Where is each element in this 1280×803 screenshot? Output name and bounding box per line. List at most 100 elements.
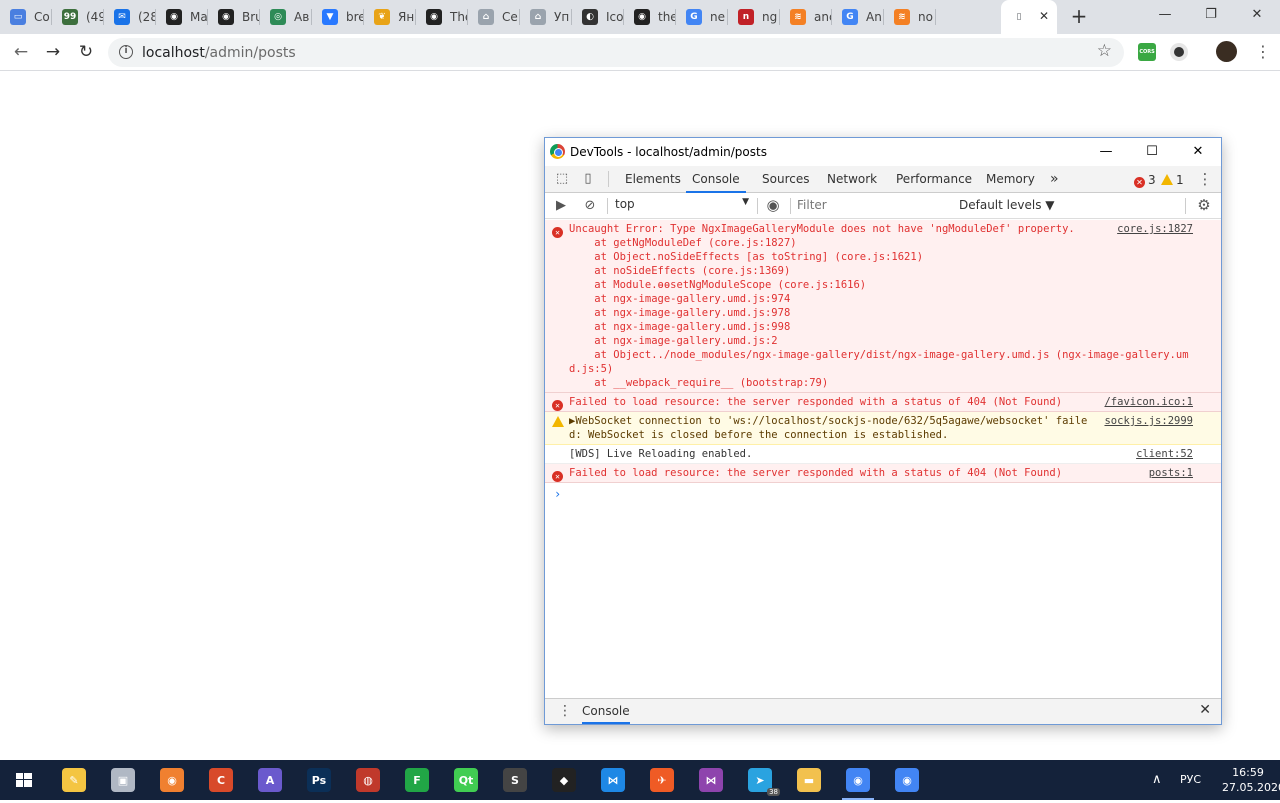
devtools-minimize-button[interactable]: — bbox=[1083, 138, 1129, 166]
input-language[interactable]: РУС bbox=[1180, 760, 1201, 800]
devtools-maximize-button[interactable]: ☐ bbox=[1129, 138, 1175, 166]
terminal-icon[interactable]: S bbox=[503, 768, 527, 792]
stack-frame[interactable]: at Object../node_modules/ngx-image-galle… bbox=[569, 348, 1193, 376]
minimize-window-button[interactable]: — bbox=[1142, 0, 1188, 30]
stack-frame[interactable]: at ngx-image-gallery.umd.js:974 bbox=[569, 292, 1193, 306]
explorer-folder-icon[interactable]: ▬ bbox=[797, 768, 821, 792]
console-message[interactable]: [WDS] Live Reloading enabled. client:52 bbox=[545, 445, 1221, 464]
browser-tab[interactable]: ◉ The bbox=[416, 0, 468, 34]
source-link[interactable]: sockjs.js:2999 bbox=[1104, 414, 1193, 428]
source-link[interactable]: /favicon.ico:1 bbox=[1104, 395, 1193, 409]
browser-tab[interactable]: ▼ bre bbox=[312, 0, 364, 34]
clear-console-icon[interactable]: ⊘ bbox=[582, 198, 598, 214]
source-link[interactable]: core.js:1827 bbox=[1117, 222, 1193, 236]
console-prompt[interactable]: › bbox=[545, 483, 1221, 501]
chrome-icon[interactable]: ◉ bbox=[842, 768, 874, 800]
browser-tab[interactable]: ❦ Ян bbox=[364, 0, 416, 34]
browser-tab[interactable]: n ng bbox=[728, 0, 780, 34]
green-diamond-icon[interactable]: F bbox=[405, 768, 429, 792]
devtools-close-button[interactable]: ✕ bbox=[1175, 138, 1221, 166]
maximize-window-button[interactable]: ❐ bbox=[1188, 0, 1234, 30]
devtools-menu-icon[interactable]: ⋮ bbox=[1197, 171, 1213, 187]
eye-icon[interactable]: ◉ bbox=[765, 197, 781, 213]
new-tab-button[interactable]: + bbox=[1068, 6, 1090, 28]
stack-frame[interactable]: at __webpack_require__ (bootstrap:79) bbox=[569, 376, 1193, 390]
stack-frame[interactable]: at Object.noSideEffects [as toString] (c… bbox=[569, 250, 1193, 264]
back-button[interactable]: ← bbox=[9, 40, 33, 64]
telegram-icon[interactable]: ➤ 38 bbox=[748, 768, 780, 796]
stack-frame[interactable]: at getNgModuleDef (core.js:1827) bbox=[569, 236, 1193, 250]
start-button[interactable] bbox=[0, 760, 48, 800]
visual-studio-icon[interactable]: ⋈ bbox=[699, 768, 723, 792]
context-selector[interactable]: top ▼ bbox=[615, 197, 751, 215]
vscode-icon[interactable]: ⋈ bbox=[601, 768, 625, 792]
atom-a-icon[interactable]: A bbox=[258, 768, 282, 792]
browser-tab[interactable]: ⌂ Се bbox=[468, 0, 520, 34]
browser-tab[interactable]: ≋ anc bbox=[780, 0, 832, 34]
stack-frame[interactable]: at ngx-image-gallery.umd.js:2 bbox=[569, 334, 1193, 348]
cors-extension-icon[interactable]: CORS bbox=[1138, 43, 1156, 61]
tab-network[interactable]: Network bbox=[827, 166, 877, 193]
stack-frame[interactable]: at noSideEffects (core.js:1369) bbox=[569, 264, 1193, 278]
browser-tab[interactable]: G An bbox=[832, 0, 884, 34]
forward-button[interactable]: → bbox=[41, 40, 65, 64]
source-link[interactable]: client:52 bbox=[1136, 447, 1193, 461]
bookmark-star-icon[interactable]: ☆ bbox=[1097, 41, 1112, 61]
tab-sources[interactable]: Sources bbox=[762, 166, 809, 193]
stack-frame[interactable]: at Module.ɵɵsetNgModuleScope (core.js:16… bbox=[569, 278, 1193, 292]
reload-button[interactable]: ↻ bbox=[74, 40, 98, 64]
address-bar[interactable]: i localhost/admin/posts ☆ bbox=[108, 38, 1124, 67]
browser-tab[interactable]: ◉ the bbox=[624, 0, 676, 34]
browser-tab[interactable]: Gne bbox=[676, 0, 728, 34]
browser-tab[interactable]: ◐ Ico bbox=[572, 0, 624, 34]
stack-frame[interactable]: at ngx-image-gallery.umd.js:978 bbox=[569, 306, 1193, 320]
stack-frame[interactable]: at ngx-image-gallery.umd.js:998 bbox=[569, 320, 1193, 334]
device-toolbar-icon[interactable]: ▯ bbox=[580, 171, 596, 187]
filter-input[interactable]: Filter bbox=[797, 198, 951, 215]
url-text[interactable]: localhost/admin/posts bbox=[142, 45, 296, 61]
console-message[interactable]: ✕ Uncaught Error: Type NgxImageGalleryMod… bbox=[545, 220, 1221, 393]
log-levels-dropdown[interactable]: Default levels ▼ bbox=[959, 198, 1055, 212]
drawer-menu-icon[interactable]: ⋮ bbox=[558, 702, 572, 720]
console-message[interactable]: ✕ Failed to load resource: the server res… bbox=[545, 393, 1221, 412]
tab-console[interactable]: Console bbox=[686, 166, 746, 193]
qt-icon[interactable]: Qt bbox=[454, 768, 478, 792]
site-info-icon[interactable]: i bbox=[119, 45, 133, 59]
active-tab[interactable]: ▯ ✕ bbox=[1001, 0, 1057, 34]
drawer-tab-console[interactable]: Console bbox=[582, 699, 630, 724]
postman-icon[interactable]: ✈ bbox=[650, 768, 674, 792]
clock[interactable]: 16:59 27.05.2020 bbox=[1222, 760, 1280, 800]
inspect-element-icon[interactable]: ⬚ bbox=[554, 171, 570, 187]
bulb-icon[interactable]: ✎ bbox=[62, 768, 86, 792]
browser-tab[interactable]: ◉ Bru bbox=[208, 0, 260, 34]
unity-icon[interactable]: ◆ bbox=[552, 768, 576, 792]
photoshop-icon[interactable]: Ps bbox=[307, 768, 331, 792]
chrome-icon[interactable]: ◉ bbox=[895, 768, 919, 792]
console-message[interactable]: ▶WebSocket connection to 'ws://localhost… bbox=[545, 412, 1221, 445]
tab-memory[interactable]: Memory bbox=[986, 166, 1035, 193]
profile-avatar[interactable] bbox=[1216, 41, 1237, 62]
ccleaner-icon[interactable]: C bbox=[209, 768, 233, 792]
browser-tab[interactable]: ≋ no bbox=[884, 0, 936, 34]
close-window-button[interactable]: ✕ bbox=[1234, 0, 1280, 30]
monitor-icon[interactable]: ▣ bbox=[111, 768, 135, 792]
close-drawer-icon[interactable]: ✕ bbox=[1199, 702, 1211, 718]
error-count-badge[interactable]: ✕ 3 bbox=[1134, 173, 1156, 188]
browser-tab[interactable]: ◉ Ma bbox=[156, 0, 208, 34]
browser-tab[interactable]: 99 (49 bbox=[52, 0, 104, 34]
opera-like-icon[interactable]: ◍ bbox=[356, 768, 380, 792]
tray-overflow-icon[interactable]: ∧ bbox=[1152, 760, 1170, 800]
more-tabs-icon[interactable]: » bbox=[1050, 166, 1059, 193]
browser-tab[interactable]: ▭ Co bbox=[0, 0, 52, 34]
orange-app-icon[interactable]: ◉ bbox=[160, 768, 184, 792]
tab-elements[interactable]: Elements bbox=[625, 166, 681, 193]
console-settings-gear-icon[interactable]: ⚙ bbox=[1196, 197, 1212, 213]
tab-performance[interactable]: Performance bbox=[896, 166, 972, 193]
browser-tab[interactable]: ⌂ Уп bbox=[520, 0, 572, 34]
close-tab-icon[interactable]: ✕ bbox=[1039, 9, 1049, 23]
sidebar-toggle-icon[interactable]: ▶ bbox=[553, 198, 569, 214]
source-link[interactable]: posts:1 bbox=[1149, 466, 1193, 480]
spy-extension-icon[interactable] bbox=[1170, 43, 1188, 61]
browser-tab[interactable]: ◎ Ав bbox=[260, 0, 312, 34]
warning-count-badge[interactable]: 1 bbox=[1161, 173, 1184, 187]
